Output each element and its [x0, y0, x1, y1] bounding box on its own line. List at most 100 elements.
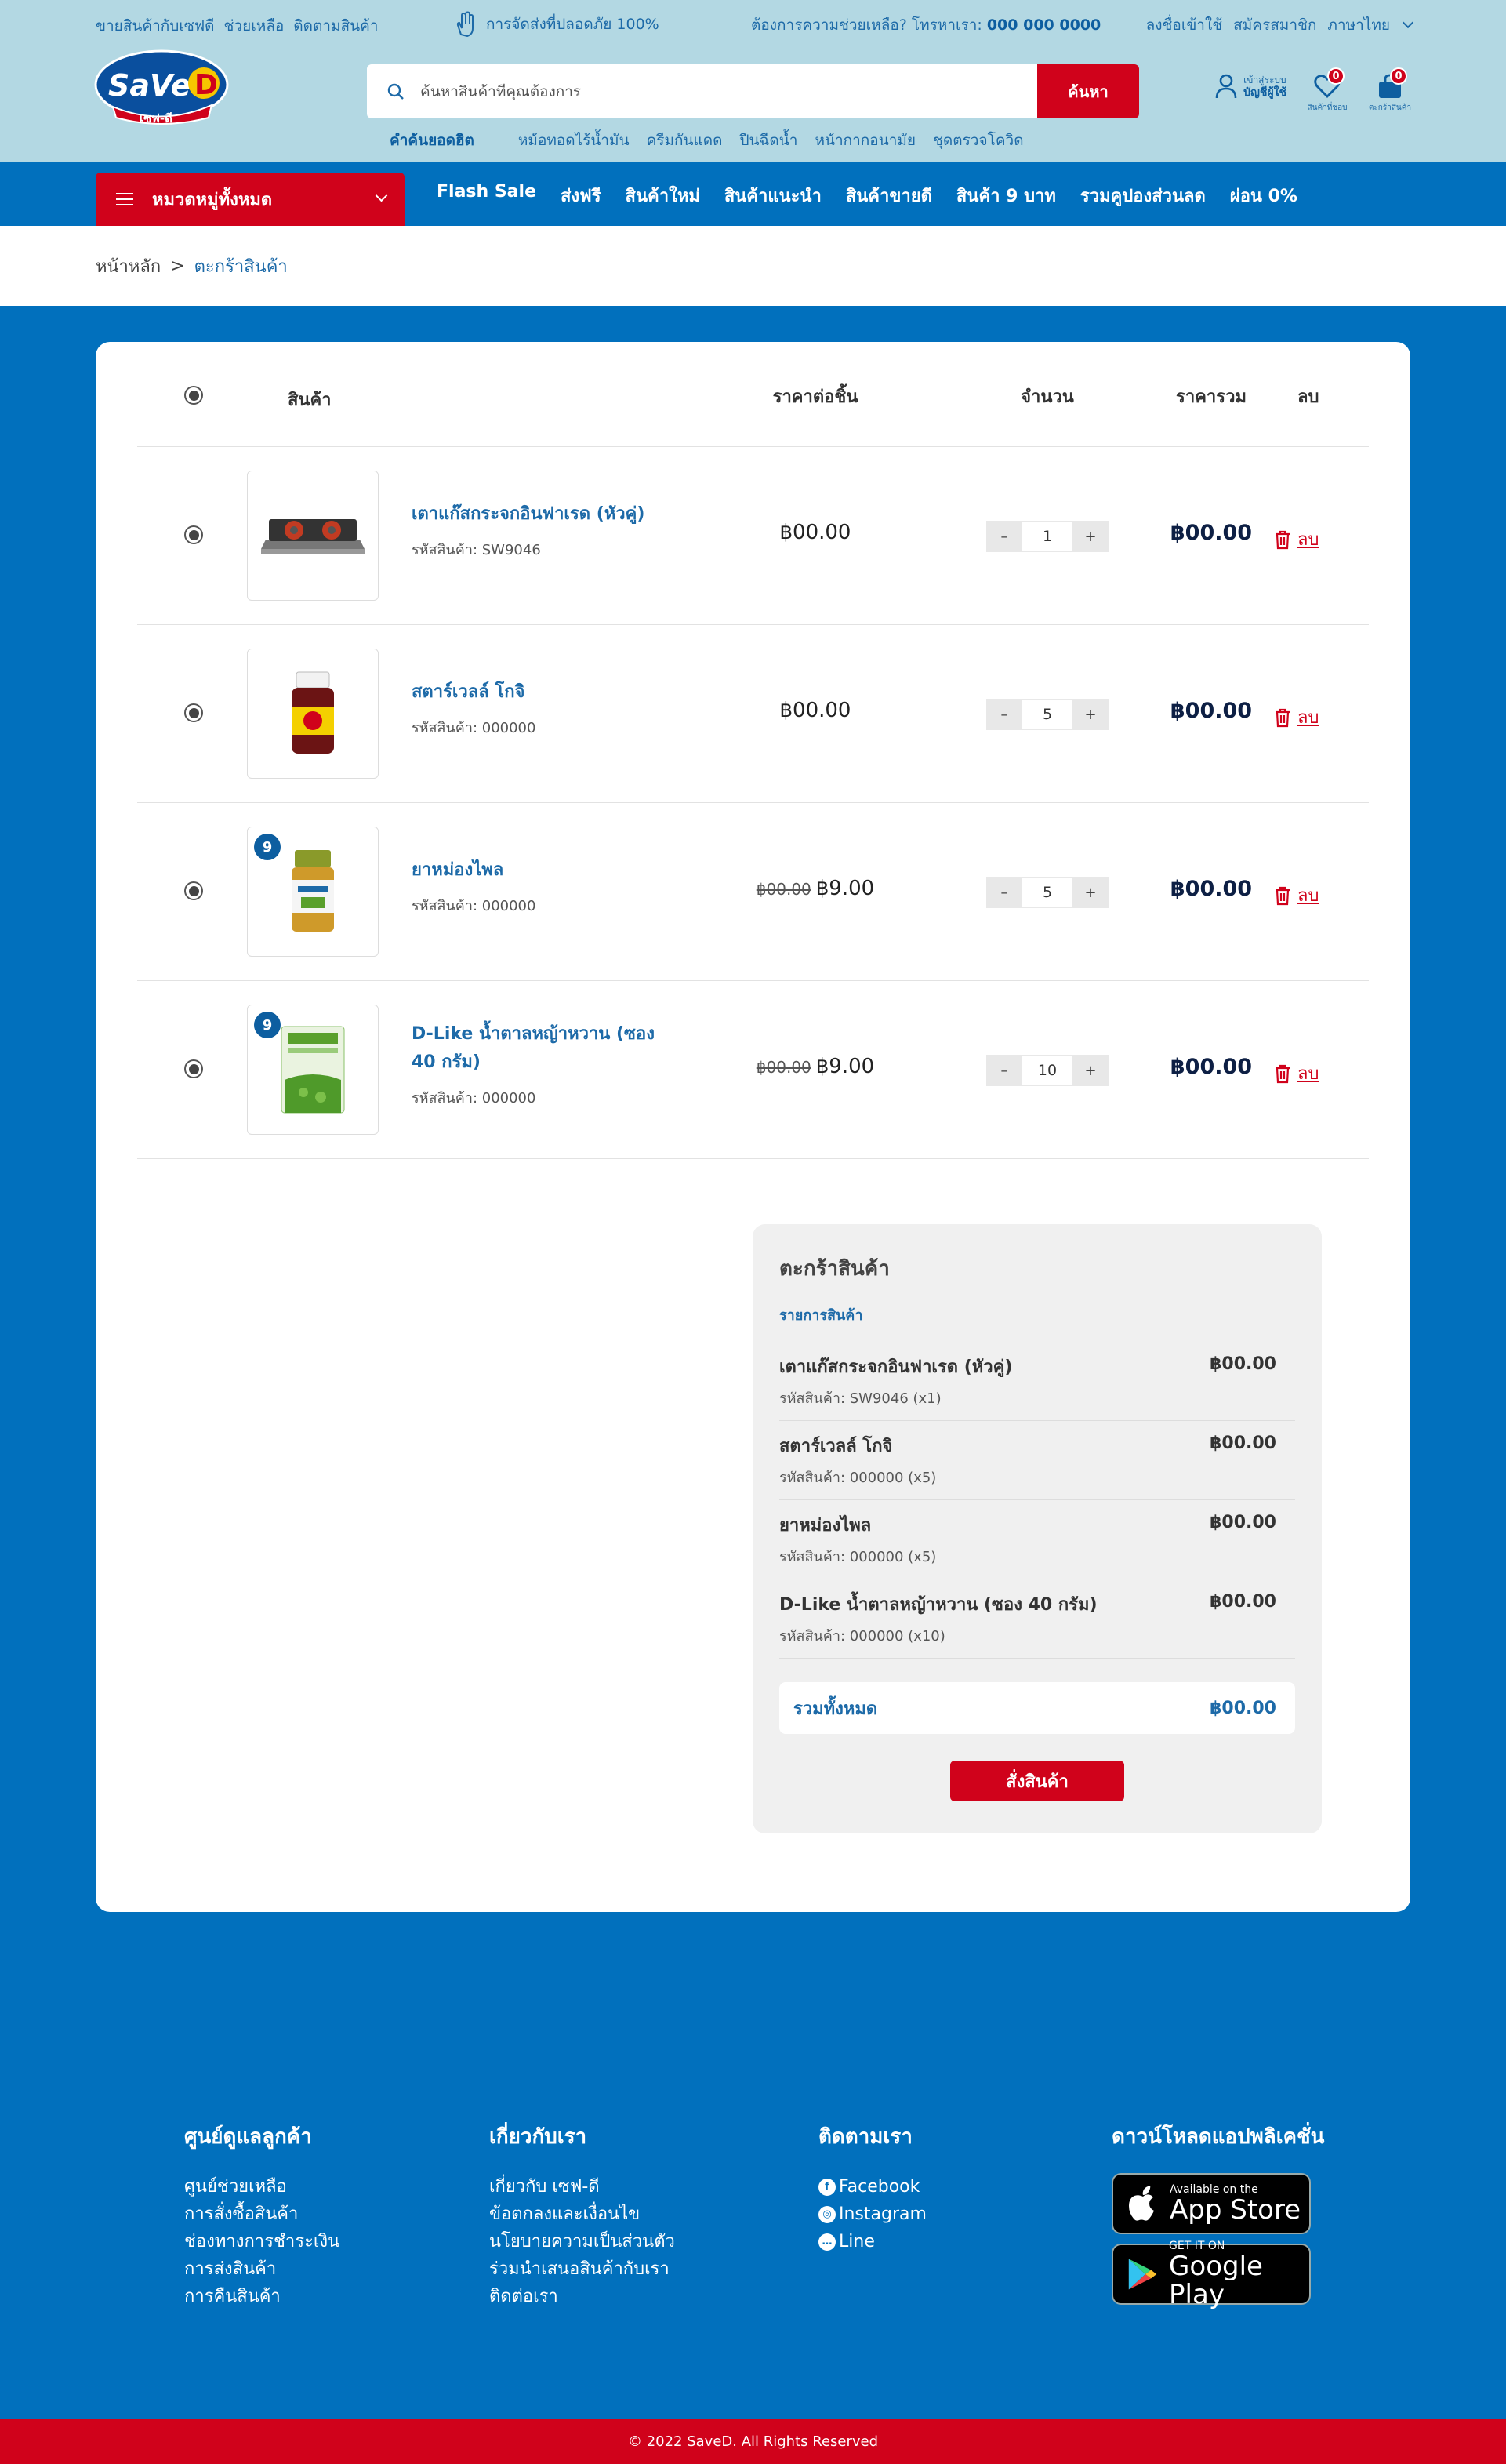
quantity-value[interactable]: 1 [1022, 521, 1072, 552]
summary-item-price: ฿00.00 [1210, 1592, 1276, 1612]
cart-label: ตะกร้าสินค้า [1368, 104, 1412, 112]
select-all-radio[interactable] [184, 386, 203, 405]
decrease-button[interactable]: – [986, 699, 1022, 730]
increase-button[interactable]: + [1072, 877, 1109, 908]
footer-link[interactable]: ข้อตกลงและเงื่อนไข [489, 2201, 675, 2228]
search-input[interactable] [420, 82, 969, 100]
nav-9-baht[interactable]: สินค้า 9 บาท [956, 182, 1056, 209]
select-item-radio[interactable] [184, 703, 203, 722]
nav-new-products[interactable]: สินค้าใหม่ [626, 182, 700, 209]
svg-text:เซฟ-ดี: เซฟ-ดี [140, 111, 172, 125]
product-name[interactable]: ยาหม่องไพล [412, 856, 670, 885]
sell-link[interactable]: ขายสินค้ากับเซฟดี [96, 14, 215, 38]
chevron-down-icon [375, 189, 388, 202]
categories-dropdown[interactable]: หมวดหมู่ทั้งหมด [96, 173, 405, 226]
cart-button[interactable]: 0 ตะกร้าสินค้า [1368, 67, 1412, 114]
summary-item-code: รหัสสินค้า: SW9046 (x1) [779, 1390, 942, 1407]
delete-button[interactable]: ลบ [1274, 881, 1319, 909]
hot-term[interactable]: หม้อทอดไร้น้ำมัน [518, 129, 630, 152]
nav-recommended[interactable]: สินค้าแนะนำ [724, 182, 822, 209]
footer-link[interactable]: การสั่งซื้อสินค้า [184, 2201, 339, 2228]
product-image[interactable] [247, 471, 379, 601]
delete-button[interactable]: ลบ [1274, 1059, 1319, 1087]
app-store-button[interactable]: Available on the App Store [1112, 2173, 1311, 2234]
topbar: ขายสินค้ากับเซฟดี ช่วยเหลือ ติดตามสินค้า… [0, 0, 1506, 47]
nav-installment[interactable]: ผ่อน 0% [1230, 182, 1297, 209]
nav-links: Flash Sale ส่งฟรี สินค้าใหม่ สินค้าแนะนำ… [437, 182, 1297, 209]
search-button[interactable]: ค้นหา [1037, 64, 1139, 118]
track-link[interactable]: ติดตามสินค้า [293, 14, 378, 38]
summary-item-code: รหัสสินค้า: 000000 (x5) [779, 1549, 937, 1565]
trash-icon [1276, 708, 1290, 727]
savedee-logo[interactable]: SaVe- D เซฟ-ดี [94, 49, 229, 129]
footer-link[interactable]: ติดต่อเรา [489, 2283, 675, 2310]
header-actions: เข้าสู่ระบบ บัญชีผู้ใช้ 0 สินค้าที่ชอบ 0 … [1215, 67, 1412, 114]
phone-number[interactable]: 000 000 0000 [987, 16, 1101, 34]
trash-icon [1276, 530, 1290, 549]
footer-link[interactable]: การส่งสินค้า [184, 2255, 339, 2283]
footer-link[interactable]: ร่วมนำเสนอสินค้ากับเรา [489, 2255, 675, 2283]
footer-link[interactable]: นโยบายความเป็นส่วนตัว [489, 2228, 675, 2255]
top-header: ขายสินค้ากับเซฟดี ช่วยเหลือ ติดตามสินค้า… [0, 0, 1506, 162]
cart-row: 9 ยาหม่องไพล รหัสสินค้า: 000000 ฿00.00 ฿9… [137, 803, 1369, 981]
footer-customer: ศูนย์ดูแลลูกค้า ศูนย์ช่วยเหลือ การสั่งซื… [184, 2121, 339, 2310]
decrease-button[interactable]: – [986, 521, 1022, 552]
language-select[interactable]: ภาษาไทย [1327, 13, 1390, 37]
nav-coupons[interactable]: รวมคูปองส่วนลด [1080, 182, 1206, 209]
wishlist-button[interactable]: 0 สินค้าที่ชอบ [1305, 67, 1349, 114]
product-image[interactable] [247, 649, 379, 779]
decrease-button[interactable]: – [986, 877, 1022, 908]
nav-best-sellers[interactable]: สินค้าขายดี [846, 182, 932, 209]
increase-button[interactable]: + [1072, 1055, 1109, 1086]
apple-icon [1129, 2186, 1154, 2221]
select-item-radio[interactable] [184, 1059, 203, 1078]
quantity-value[interactable]: 5 [1022, 699, 1072, 730]
select-item-radio[interactable] [184, 881, 203, 900]
hot-term[interactable]: หน้ากากอนามัย [815, 129, 916, 152]
product-name[interactable]: D-Like น้ำตาลหญ้าหวาน (ซอง 40 กรัม) [412, 1020, 670, 1077]
product-image[interactable]: 9 [247, 1005, 379, 1135]
footer-app-title: ดาวน์โหลดแอปพลิเคชั่น [1112, 2125, 1325, 2149]
place-order-button[interactable]: สั่งสินค้า [950, 1761, 1124, 1801]
hand-icon [456, 11, 474, 38]
footer-link[interactable]: ศูนย์ช่วยเหลือ [184, 2173, 339, 2201]
login-link[interactable]: ลงชื่อเข้าใช้ [1146, 13, 1223, 37]
product-name[interactable]: สตาร์เวลล์ โกจิ [412, 678, 670, 707]
register-link[interactable]: สมัครสมาชิก [1233, 13, 1316, 37]
nav-free-shipping[interactable]: ส่งฟรี [561, 182, 601, 209]
user-icon [1215, 74, 1237, 99]
product-image[interactable]: 9 [247, 827, 379, 957]
increase-button[interactable]: + [1072, 521, 1109, 552]
copyright: © 2022 SaveD. All Rights Reserved [0, 2419, 1506, 2464]
hot-term[interactable]: ครีมกันแดด [647, 129, 723, 152]
search-field[interactable] [367, 64, 1037, 118]
delete-button[interactable]: ลบ [1274, 703, 1319, 731]
delete-button[interactable]: ลบ [1274, 525, 1319, 553]
footer-follow-title: ติดตามเรา [818, 2125, 913, 2149]
footer-link[interactable]: การคืนสินค้า [184, 2283, 339, 2310]
hot-term[interactable]: ปืนฉีดน้ำ [739, 129, 797, 152]
quantity-value[interactable]: 10 [1022, 1055, 1072, 1086]
select-item-radio[interactable] [184, 525, 203, 544]
nav-flash-sale[interactable]: Flash Sale [437, 182, 536, 209]
line-link[interactable]: … Line [818, 2228, 927, 2255]
footer-link[interactable]: ช่องทางการชำระเงิน [184, 2228, 339, 2255]
instagram-link[interactable]: ◎ Instagram [818, 2201, 927, 2228]
product-name[interactable]: เตาแก๊สกระจกอินฟาเรด (หัวคู่) [412, 500, 670, 529]
hot-term[interactable]: ชุดตรวจโควิด [933, 129, 1024, 152]
facebook-link[interactable]: f Facebook [818, 2173, 927, 2201]
google-play-label: Google Play [1169, 2251, 1263, 2310]
product-code: รหัสสินค้า: 000000 [412, 898, 536, 914]
breadcrumb-home[interactable]: หน้าหลัก [96, 253, 161, 280]
summary-subtitle: รายการสินค้า [779, 1307, 863, 1324]
decrease-button[interactable]: – [986, 1055, 1022, 1086]
header-unit-price: ราคาต่อชิ้น [772, 387, 858, 407]
quantity-value[interactable]: 5 [1022, 877, 1072, 908]
topbar-account: ลงชื่อเข้าใช้ สมัครสมาชิก ภาษาไทย [1146, 13, 1414, 37]
increase-button[interactable]: + [1072, 699, 1109, 730]
footer-link[interactable]: เกี่ยวกับ เซฟ-ดี [489, 2173, 675, 2201]
help-link[interactable]: ช่วยเหลือ [224, 14, 285, 38]
account-button[interactable]: เข้าสู่ระบบ บัญชีผู้ใช้ [1215, 74, 1286, 99]
google-play-button[interactable]: GET IT ON Google Play [1112, 2240, 1311, 2309]
product-code: รหัสสินค้า: 000000 [412, 720, 536, 736]
